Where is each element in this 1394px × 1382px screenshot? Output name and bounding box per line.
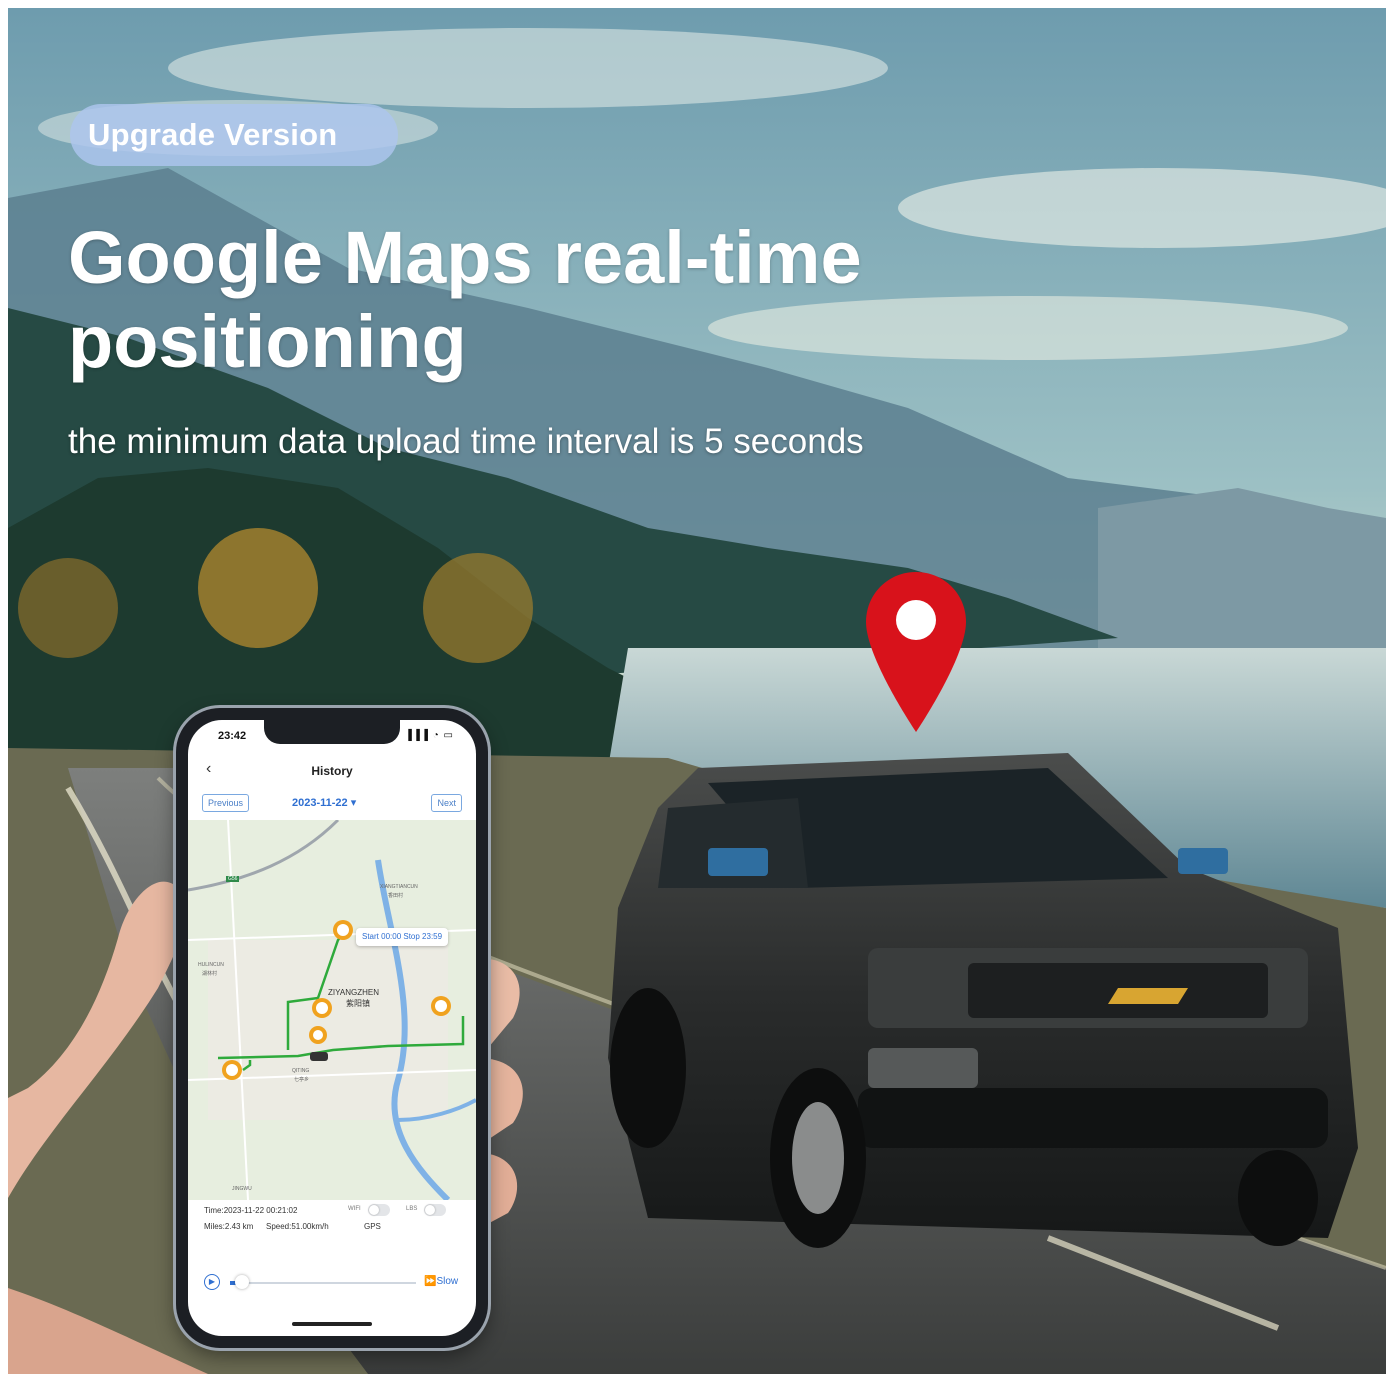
map-label-hulincun: HULINCUN <box>198 962 224 968</box>
headline-line-1: Google Maps real-time <box>68 216 862 299</box>
upgrade-version-badge: Upgrade Version <box>70 104 398 166</box>
phone-notch <box>264 720 400 744</box>
map-label-xiangtiancun-cn: 香田村 <box>388 893 404 899</box>
headline: Google Maps real-time positioning <box>68 216 1048 384</box>
playback-slider-thumb[interactable] <box>235 1275 250 1289</box>
play-icon[interactable]: ▶ <box>204 1274 220 1290</box>
map-label-qiting: QITING <box>292 1068 310 1074</box>
product-photo: Upgrade Version Google Maps real-time po… <box>8 8 1386 1374</box>
smartphone: 23:42 ▐▐▐ ◔ ▭ ‹ History Previous 2023-11… <box>176 708 488 1348</box>
playback-slider-track[interactable] <box>230 1282 416 1284</box>
track-time: Time:2023-11-22 00:21:02 <box>204 1206 298 1215</box>
road-number-badge: G56 <box>226 876 240 882</box>
map-label-hulincun-cn: 湖林村 <box>202 971 218 977</box>
home-indicator <box>292 1322 372 1326</box>
map-label-qiting-cn: 七亭乡 <box>294 1077 310 1083</box>
history-map[interactable]: Start 00:00 Stop 23:59 ZIYANGZHEN 紫阳镇 XI… <box>188 820 476 1200</box>
wifi-toggle[interactable] <box>368 1204 390 1216</box>
history-title: History <box>311 764 353 778</box>
time-range-bubble: Start 00:00 Stop 23:59 <box>356 928 449 946</box>
location-source: GPS <box>364 1222 381 1231</box>
phone-screen: 23:42 ▐▐▐ ◔ ▭ ‹ History Previous 2023-11… <box>188 720 476 1336</box>
wifi-label: WIFI <box>348 1206 361 1212</box>
subtitle: the minimum data upload time interval is… <box>68 422 864 461</box>
track-speed: Speed:51.00km/h <box>266 1222 329 1231</box>
signal-wifi-battery-icon: ▐▐▐ ◔ ▭ <box>404 730 454 741</box>
next-button[interactable]: Next <box>431 794 462 812</box>
lbs-label: LBS <box>406 1206 418 1212</box>
track-miles: Miles:2.43 km <box>204 1222 254 1231</box>
map-label-ziyangzhen-cn: 紫阳镇 <box>346 999 370 1008</box>
previous-button[interactable]: Previous <box>202 794 250 812</box>
playback-speed-button[interactable]: ⏩Slow <box>424 1276 458 1287</box>
map-label-ziyangzhen: ZIYANGZHEN <box>328 988 379 997</box>
map-label-xiangtiancun: XIANGTIANCUN <box>380 884 418 890</box>
location-pin-icon <box>866 572 966 732</box>
status-clock: 23:42 <box>218 730 247 742</box>
headline-line-2: positioning <box>68 300 467 383</box>
map-label-jingwu: JINGWU <box>232 1186 252 1192</box>
date-selector[interactable]: 2023-11-22 ▾ <box>292 796 356 809</box>
lbs-toggle[interactable] <box>424 1204 446 1216</box>
